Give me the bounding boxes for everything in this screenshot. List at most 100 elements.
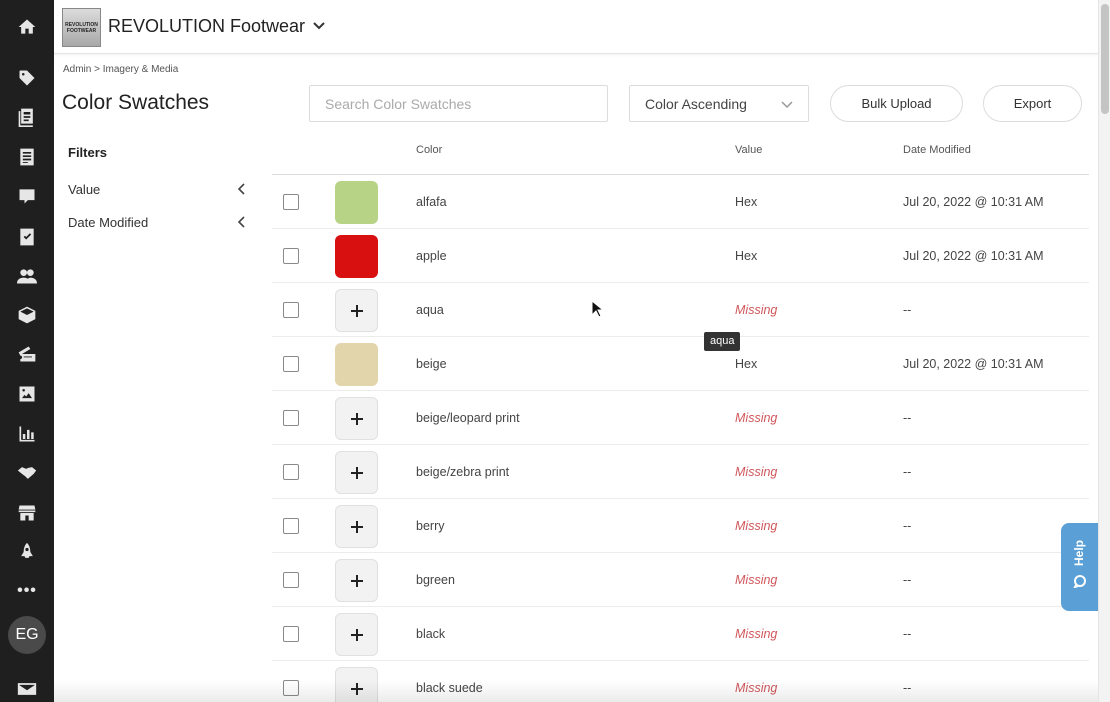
table-row[interactable]: beige Hex Jul 20, 2022 @ 10:31 AM (272, 337, 1089, 391)
add-swatch-button[interactable] (335, 505, 378, 548)
date-modified: -- (903, 519, 912, 533)
bookmark-icon[interactable] (15, 184, 39, 208)
color-swatch[interactable] (335, 235, 378, 278)
export-button[interactable]: Export (983, 85, 1082, 122)
color-name[interactable]: beige/leopard print (416, 411, 520, 425)
left-nav-rail: ••• EG (0, 0, 54, 702)
table-row[interactable]: beige/zebra print Missing -- (272, 445, 1089, 499)
color-value: Missing (735, 519, 778, 533)
checklist-icon[interactable] (15, 225, 39, 249)
table-row[interactable]: alfafa Hex Jul 20, 2022 @ 10:31 AM (272, 175, 1089, 229)
store-icon[interactable] (15, 501, 39, 525)
table-row[interactable]: aqua Missing -- (272, 283, 1089, 337)
breadcrumb[interactable]: Admin > Imagery & Media (63, 64, 178, 75)
chevron-left-icon (237, 216, 245, 228)
brand-name[interactable]: REVOLUTION Footwear (108, 16, 305, 37)
chevron-down-icon[interactable] (312, 18, 326, 32)
color-name[interactable]: black (416, 627, 445, 641)
table-row[interactable]: berry Missing -- (272, 499, 1089, 553)
chart-icon[interactable] (15, 422, 39, 446)
add-swatch-button[interactable] (335, 613, 378, 656)
add-swatch-button[interactable] (335, 559, 378, 602)
top-header: REVOLUTION FOOTWEAR REVOLUTION Footwear (54, 0, 1098, 54)
plus-icon (350, 304, 363, 317)
color-name[interactable]: bgreen (416, 573, 455, 587)
tooltip: aqua (704, 332, 741, 351)
row-checkbox[interactable] (283, 680, 299, 696)
color-name[interactable]: beige (416, 357, 447, 371)
document-list-icon[interactable] (15, 145, 39, 169)
image-icon[interactable] (15, 382, 39, 406)
search-input[interactable] (309, 85, 608, 122)
filter-date-modified[interactable]: Date Modified (68, 212, 246, 232)
color-value: Hex (735, 357, 758, 371)
color-name[interactable]: black suede (416, 681, 483, 695)
row-checkbox[interactable] (283, 302, 299, 318)
table-row[interactable]: apple Hex Jul 20, 2022 @ 10:31 AM (272, 229, 1089, 283)
row-checkbox[interactable] (283, 626, 299, 642)
color-name[interactable]: aqua (416, 303, 444, 317)
add-swatch-button[interactable] (335, 667, 378, 702)
color-name[interactable]: alfafa (416, 195, 447, 209)
table-row[interactable]: beige/leopard print Missing -- (272, 391, 1089, 445)
color-swatch[interactable] (335, 343, 378, 386)
add-swatch-button[interactable] (335, 289, 378, 332)
color-value: Hex (735, 249, 758, 263)
row-checkbox[interactable] (283, 518, 299, 534)
date-modified: -- (903, 627, 912, 641)
date-modified: -- (903, 303, 912, 317)
color-name[interactable]: berry (416, 519, 444, 533)
filter-label: Value (68, 181, 101, 197)
row-checkbox[interactable] (283, 194, 299, 210)
color-value: Missing (735, 627, 778, 641)
brand-logo[interactable]: REVOLUTION FOOTWEAR (62, 8, 101, 47)
color-name[interactable]: apple (416, 249, 447, 263)
mail-icon[interactable] (15, 677, 39, 701)
table-row[interactable]: black suede Missing -- (272, 661, 1089, 702)
date-modified: Jul 20, 2022 @ 10:31 AM (903, 195, 1044, 209)
scrollbar-thumb[interactable] (1101, 4, 1109, 114)
chat-bubble-icon (1072, 575, 1086, 588)
filters-title: Filters (68, 145, 108, 160)
handshake-icon[interactable] (15, 461, 39, 485)
date-modified: Jul 20, 2022 @ 10:31 AM (903, 249, 1044, 263)
add-swatch-button[interactable] (335, 397, 378, 440)
filter-label: Date Modified (68, 214, 149, 230)
tag-icon[interactable] (15, 66, 39, 90)
bulk-upload-button[interactable]: Bulk Upload (830, 85, 963, 122)
users-icon[interactable] (15, 264, 39, 288)
row-checkbox[interactable] (283, 356, 299, 372)
color-value: Missing (735, 411, 778, 425)
plus-icon (350, 628, 363, 641)
date-modified: Jul 20, 2022 @ 10:31 AM (903, 357, 1044, 371)
table-row[interactable]: black Missing -- (272, 607, 1089, 661)
table-header: Color Value Date Modified (272, 130, 1089, 175)
sort-select[interactable]: Color Ascending (629, 85, 809, 122)
sort-select-value: Color Ascending (645, 95, 747, 112)
color-swatch[interactable] (335, 181, 378, 224)
filter-value[interactable]: Value (68, 179, 246, 199)
color-value: Missing (735, 465, 778, 479)
home-icon[interactable] (15, 15, 39, 39)
help-tab[interactable]: Help (1061, 523, 1098, 611)
column-header-value[interactable]: Value (735, 144, 762, 156)
catalog-icon[interactable] (15, 105, 39, 129)
color-name[interactable]: beige/zebra print (416, 465, 509, 479)
row-checkbox[interactable] (283, 248, 299, 264)
add-swatch-button[interactable] (335, 451, 378, 494)
table-row[interactable]: bgreen Missing -- (272, 553, 1089, 607)
rocket-icon[interactable] (15, 540, 39, 564)
row-checkbox[interactable] (283, 464, 299, 480)
page-title: Color Swatches (62, 91, 210, 114)
row-checkbox[interactable] (283, 410, 299, 426)
column-header-date-modified[interactable]: Date Modified (903, 144, 971, 156)
date-modified: -- (903, 411, 912, 425)
more-icon[interactable]: ••• (13, 581, 41, 601)
help-label: Help (1072, 539, 1087, 567)
page-scrollbar[interactable] (1098, 0, 1110, 702)
avatar[interactable]: EG (8, 616, 46, 654)
ticket-icon[interactable] (15, 342, 39, 366)
box-icon[interactable] (15, 303, 39, 327)
column-header-color[interactable]: Color (416, 144, 442, 156)
row-checkbox[interactable] (283, 572, 299, 588)
